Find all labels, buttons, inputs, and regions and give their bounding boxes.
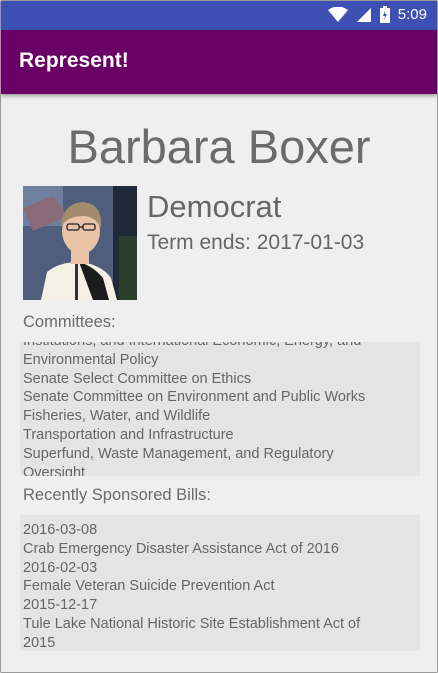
battery-icon [379,6,390,23]
term-end-label: Term ends: 2017-01-03 [147,231,365,254]
bill-date: 2016-03-08 [23,522,98,538]
committees-list: Institutions, and International Economic… [23,342,416,476]
bill-title: Female Veteran Suicide Prevention Act [23,578,275,595]
app-bar: Represent! [1,30,437,94]
status-bar: 5:09 [1,1,437,30]
bills-list: 2016-03-08 Crab Emergency Disaster Assis… [23,521,416,651]
committee-item: Superfund, Waste Management, and Regulat… [23,445,334,462]
app-title: Represent! [19,49,129,72]
committees-heading: Committees: [23,313,116,331]
app-screen: 5:09 Represent! Barbara Boxer Democrat T… [0,0,438,673]
wifi-icon [327,6,348,23]
representative-name: Barbara Boxer [67,120,371,173]
committee-item: Environmental Policy [23,351,159,368]
bill-date: 2016-02-03 [23,559,98,576]
bill-date: 2015-12-17 [23,597,98,614]
status-icons: 5:09 [327,6,427,23]
bills-heading: Recently Sponsored Bills: [23,486,212,504]
committee-item: Fisheries, Water, and Wildlife [23,408,211,425]
bill-title: Crab Emergency Disaster Assistance Act o… [23,540,339,557]
bill-title: Tule Lake National Historic Site Establi… [23,615,361,632]
signal-icon [356,7,372,23]
status-time: 5:09 [397,6,427,23]
party-label: Democrat [147,189,282,224]
committee-item: Institutions, and International Economic… [23,342,416,351]
committee-item: Transportation and Infrastructure [23,426,234,443]
committee-item: Oversight [23,464,86,476]
committee-item: Senate Committee on Environment and Publ… [23,389,366,406]
bill-title-continued: 2015 [23,634,56,651]
representative-photo [23,186,137,300]
committee-item: Senate Select Committee on Ethics [23,370,252,387]
committees-list-container[interactable]: Institutions, and International Economic… [20,342,420,476]
bills-list-container[interactable]: 2016-03-08 Crab Emergency Disaster Assis… [20,515,420,651]
